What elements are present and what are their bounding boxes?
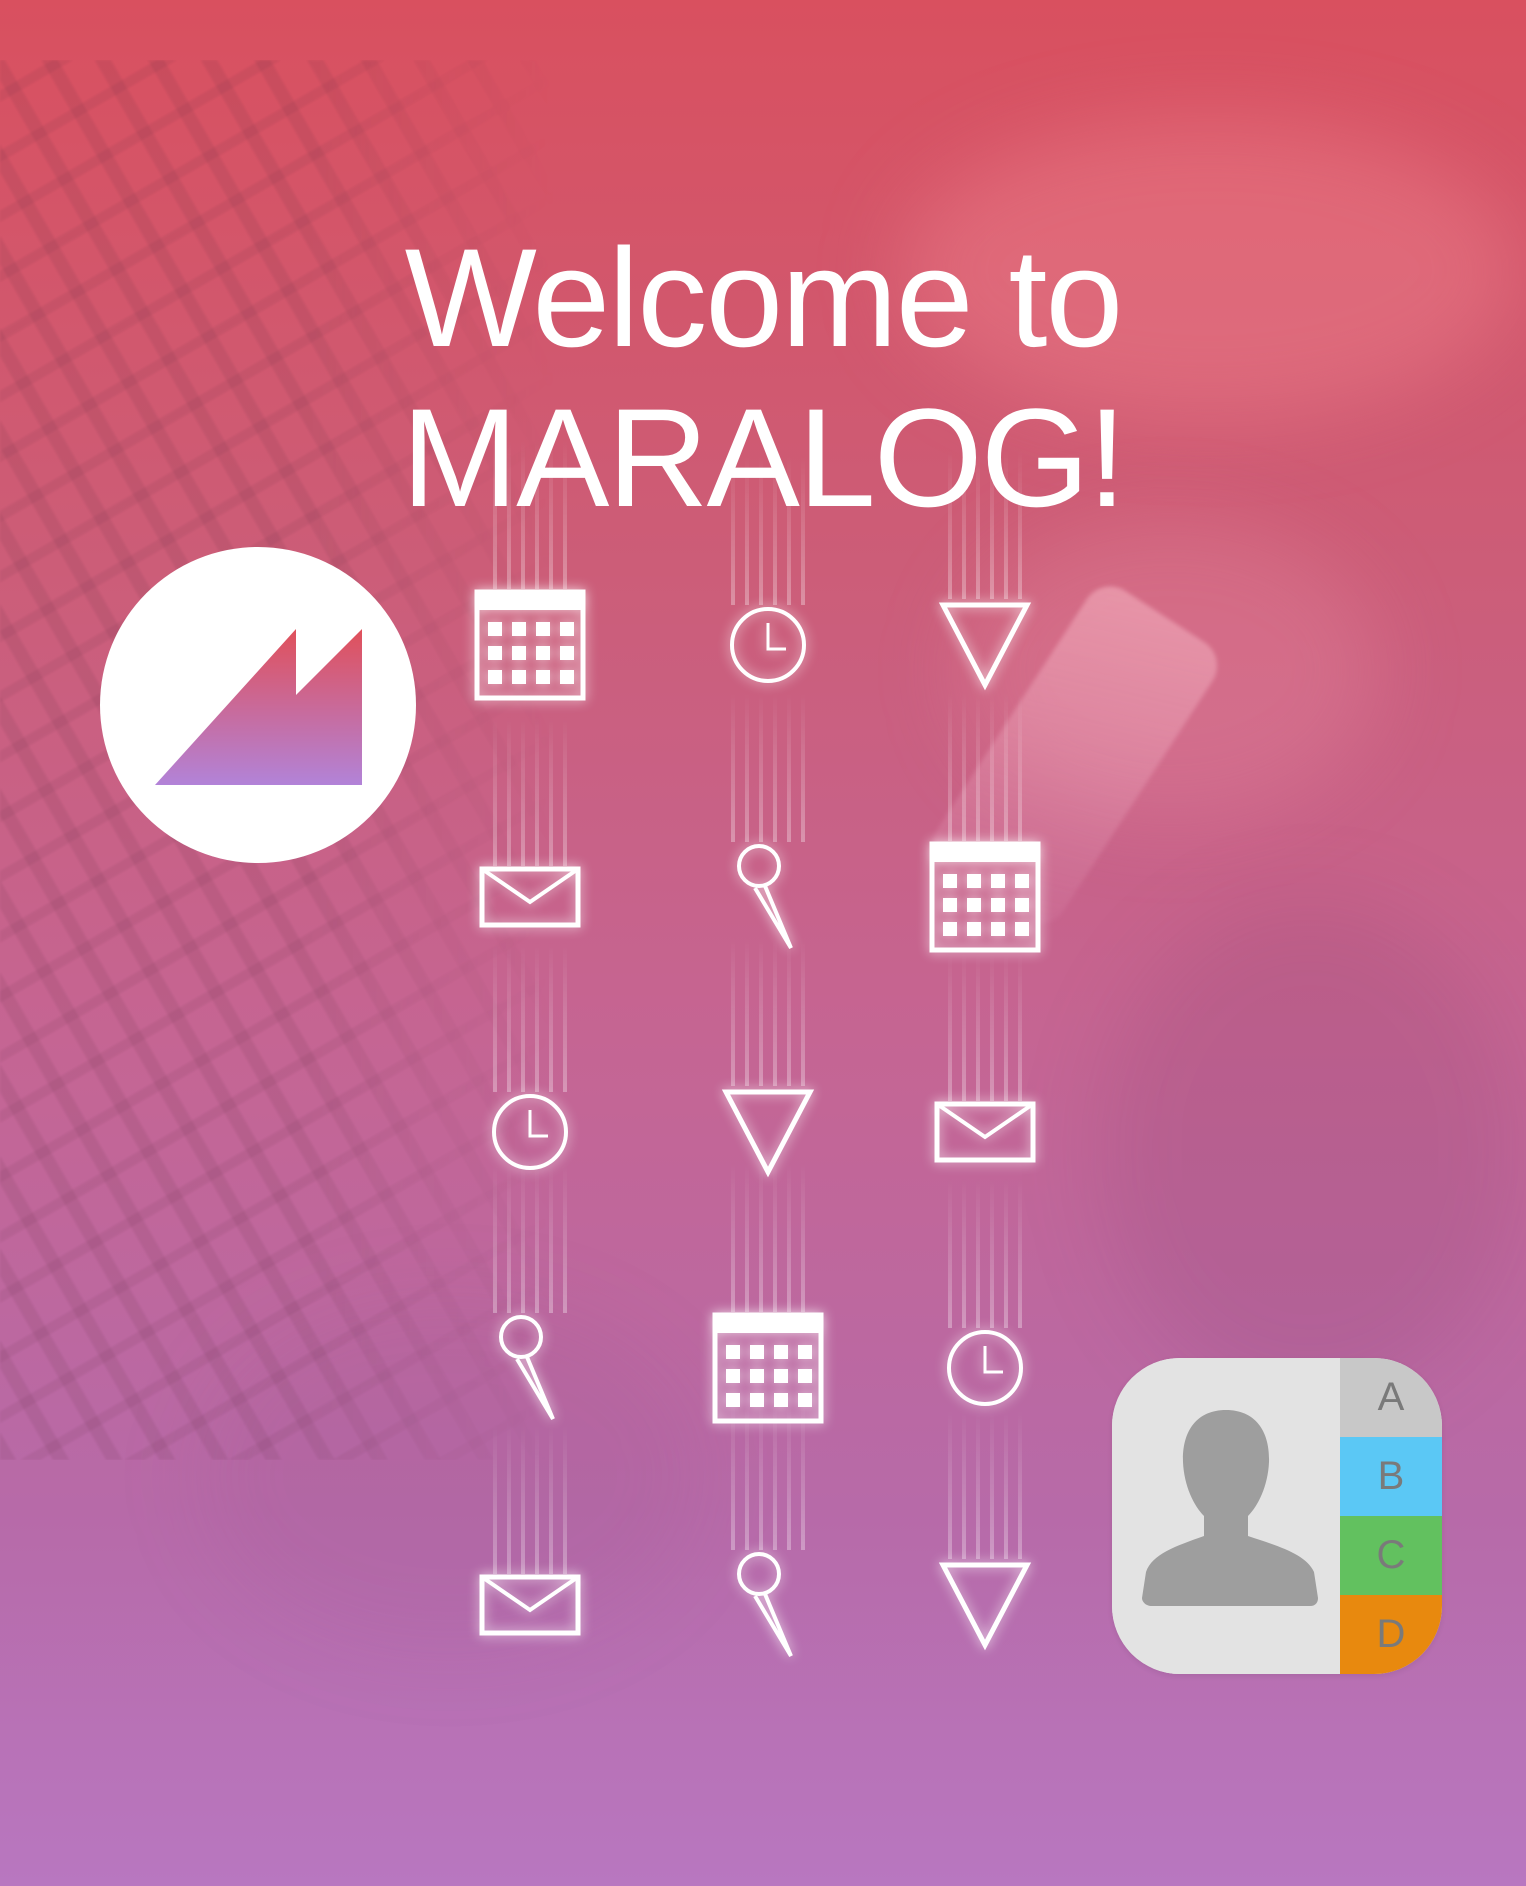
blur-shape xyxy=(200,1300,700,1650)
contact-card xyxy=(1112,1358,1340,1674)
contacts-tab-d[interactable]: D xyxy=(1340,1595,1442,1674)
motion-streak xyxy=(948,1178,1022,1328)
motion-streak xyxy=(948,691,1022,841)
motion-streak xyxy=(493,439,567,589)
contacts-tab-a[interactable]: A xyxy=(1340,1358,1442,1437)
motion-streak xyxy=(493,716,567,866)
motion-streak xyxy=(731,1400,805,1550)
clock-icon xyxy=(490,1092,570,1172)
contacts-app-icon[interactable]: A B C D xyxy=(1112,1358,1442,1674)
motion-streak xyxy=(731,1162,805,1312)
mail-icon xyxy=(479,866,581,928)
location-arrow-icon xyxy=(938,1559,1032,1651)
welcome-title-line1: Welcome to xyxy=(404,219,1124,376)
mail-icon xyxy=(934,1101,1036,1163)
blur-shape xyxy=(1100,900,1520,1400)
contacts-index-tabs: A B C D xyxy=(1340,1358,1442,1674)
contacts-tab-b[interactable]: B xyxy=(1340,1437,1442,1516)
pin-icon xyxy=(495,1313,565,1423)
calendar-icon xyxy=(929,841,1041,953)
motion-streak xyxy=(731,455,805,605)
maralog-logo xyxy=(100,547,416,863)
motion-streak xyxy=(948,1409,1022,1559)
mail-icon xyxy=(479,1574,581,1636)
motion-streak xyxy=(731,692,805,842)
motion-streak xyxy=(493,1424,567,1574)
motion-streak xyxy=(493,942,567,1092)
pin-icon xyxy=(733,1550,803,1660)
person-silhouette-icon xyxy=(1142,1410,1318,1606)
motion-streak xyxy=(493,1163,567,1313)
location-arrow-icon xyxy=(938,599,1032,691)
motion-streak xyxy=(948,951,1022,1101)
contacts-tab-c[interactable]: C xyxy=(1340,1516,1442,1595)
clock-icon xyxy=(945,1328,1025,1408)
calendar-icon xyxy=(474,589,586,701)
motion-streak xyxy=(731,936,805,1086)
clock-icon xyxy=(728,605,808,685)
maralog-logo-icon xyxy=(155,629,362,785)
motion-streak xyxy=(948,449,1022,599)
